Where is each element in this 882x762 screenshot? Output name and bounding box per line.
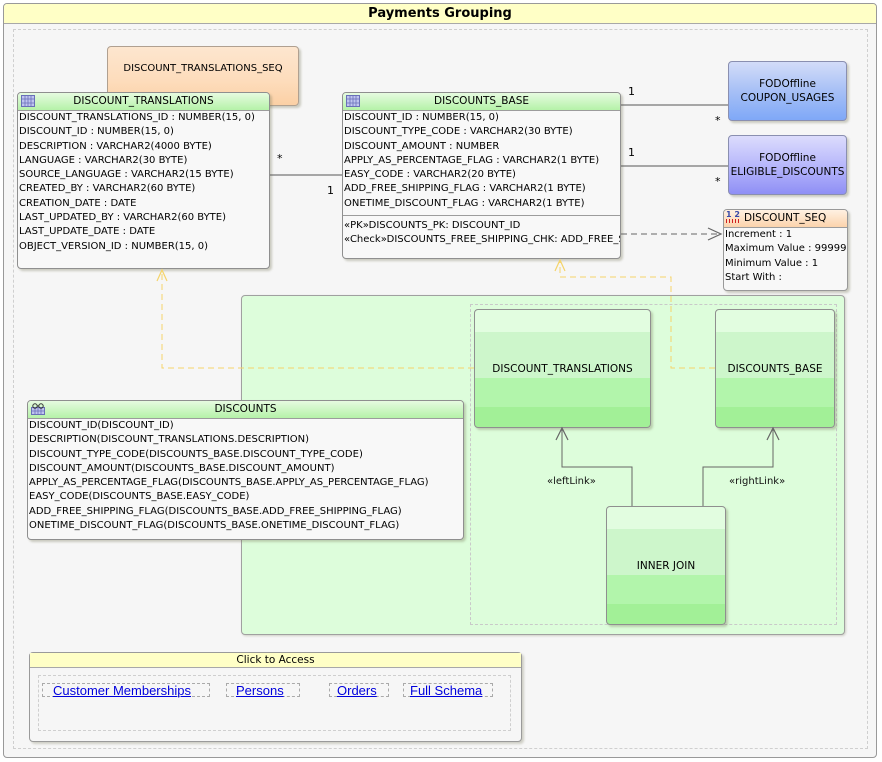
column-row[interactable]: DISCOUNT_TRANSLATIONS_ID : NUMBER(15, 0) xyxy=(19,111,269,125)
column-row[interactable]: DESCRIPTION : VARCHAR2(4000 BYTE) xyxy=(19,140,269,154)
column-row[interactable]: DISCOUNT_ID : NUMBER(15, 0) xyxy=(19,125,269,139)
left-link-label: «leftLink» xyxy=(547,476,596,487)
query-node-inner-join[interactable]: INNER JOIN xyxy=(606,506,726,625)
query-node-label: DISCOUNTS_BASE xyxy=(727,362,823,375)
column-row[interactable]: LAST_UPDATE_DATE : DATE xyxy=(19,225,269,239)
view-column-row[interactable]: EASY_CODE(DISCOUNTS_BASE.EASY_CODE) xyxy=(29,490,463,504)
sequence-property-row[interactable]: Maximum Value : 9999999 xyxy=(725,242,847,256)
column-row[interactable]: ADD_FREE_SHIPPING_FLAG : VARCHAR2(1 BYTE… xyxy=(344,182,620,196)
query-node-discount-translations[interactable]: DISCOUNT_TRANSLATIONS xyxy=(474,309,651,428)
constraint-row[interactable]: «PK»DISCOUNTS_PK: DISCOUNT_ID xyxy=(344,219,620,233)
view-column-row[interactable]: DISCOUNT_TYPE_CODE(DISCOUNTS_BASE.DISCOU… xyxy=(29,448,463,462)
table-discounts-base[interactable]: DISCOUNTS_BASE DISCOUNT_ID : NUMBER(15, … xyxy=(342,92,621,259)
access-panel: Click to Access Customer Memberships Per… xyxy=(29,652,522,742)
column-row[interactable]: CREATED_BY : VARCHAR2(60 BYTE) xyxy=(19,182,269,196)
view-discounts[interactable]: DISCOUNTS DISCOUNT_ID(DISCOUNT_ID) DESCRI… xyxy=(27,400,464,540)
view-name: DISCOUNTS xyxy=(214,403,277,415)
column-row[interactable]: DISCOUNT_ID : NUMBER(15, 0) xyxy=(344,111,620,125)
external-table-eligible-discounts[interactable]: FODOffline ELIGIBLE_DISCOUNTS xyxy=(728,135,847,195)
access-panel-title: Click to Access xyxy=(30,653,521,668)
sequence-properties: Increment : 1 Maximum Value : 9999999 Mini… xyxy=(724,228,847,285)
column-row[interactable]: LANGUAGE : VARCHAR2(30 BYTE) xyxy=(19,154,269,168)
table-icon xyxy=(346,95,360,113)
multiplicity-label: * xyxy=(715,175,721,188)
table-icon xyxy=(21,95,35,113)
external-table-name: ELIGIBLE_DISCOUNTS xyxy=(730,166,845,178)
sequence-header: 1 2 DISCOUNT_SEQ xyxy=(724,210,847,228)
view-column-row[interactable]: ONETIME_DISCOUNT_FLAG(DISCOUNTS_BASE.ONE… xyxy=(29,519,463,533)
view-column-row[interactable]: DESCRIPTION(DISCOUNT_TRANSLATIONS.DESCRI… xyxy=(29,433,463,447)
column-row[interactable]: ONETIME_DISCOUNT_FLAG : VARCHAR2(1 BYTE) xyxy=(344,197,620,211)
constraint-list: «PK»DISCOUNTS_PK: DISCOUNT_ID «Check»DISC… xyxy=(343,215,620,248)
constraint-row[interactable]: «Check»DISCOUNTS_FREE_SHIPPING_CHK: ADD_… xyxy=(344,233,620,247)
view-column-row[interactable]: APPLY_AS_PERCENTAGE_FLAG(DISCOUNTS_BASE.… xyxy=(29,476,463,490)
column-row[interactable]: DISCOUNT_TYPE_CODE : VARCHAR2(30 BYTE) xyxy=(344,125,620,139)
column-row[interactable]: APPLY_AS_PERCENTAGE_FLAG : VARCHAR2(1 BY… xyxy=(344,154,620,168)
column-row[interactable]: SOURCE_LANGUAGE : VARCHAR2(15 BYTE) xyxy=(19,168,269,182)
external-schema: FODOffline xyxy=(759,78,816,90)
view-column-row[interactable]: DISCOUNT_AMOUNT(DISCOUNTS_BASE.DISCOUNT_… xyxy=(29,462,463,476)
sequence-name: DISCOUNT_SEQ xyxy=(744,212,827,224)
external-schema: FODOffline xyxy=(759,152,816,164)
external-table-coupon-usages[interactable]: FODOffline COUPON_USAGES xyxy=(728,61,847,121)
diagram-title: Payments Grouping xyxy=(4,4,876,24)
column-list: DISCOUNT_TRANSLATIONS_ID : NUMBER(15, 0)… xyxy=(18,111,269,254)
query-node-label: DISCOUNT_TRANSLATIONS xyxy=(492,362,633,375)
column-row[interactable]: OBJECT_VERSION_ID : NUMBER(15, 0) xyxy=(19,240,269,254)
column-row[interactable]: CREATION_DATE : DATE xyxy=(19,197,269,211)
multiplicity-label: * xyxy=(715,114,721,127)
view-header: DISCOUNTS xyxy=(28,401,463,419)
multiplicity-label: 1 xyxy=(628,146,635,159)
sequence-discount-seq[interactable]: 1 2 DISCOUNT_SEQ Increment : 1 Maximum Va… xyxy=(723,209,848,291)
link-full-schema[interactable]: Full Schema xyxy=(410,683,482,698)
link-customer-memberships[interactable]: Customer Memberships xyxy=(53,683,191,698)
table-name: DISCOUNT_TRANSLATIONS xyxy=(73,95,214,107)
external-table-name: COUPON_USAGES xyxy=(740,92,835,104)
translations-seq-label: DISCOUNT_TRANSLATIONS_SEQ xyxy=(123,62,283,74)
column-row[interactable]: LAST_UPDATED_BY : VARCHAR2(60 BYTE) xyxy=(19,211,269,225)
view-column-row[interactable]: DISCOUNT_ID(DISCOUNT_ID) xyxy=(29,419,463,433)
link-persons[interactable]: Persons xyxy=(236,683,284,698)
column-list: DISCOUNT_ID : NUMBER(15, 0) DISCOUNT_TYPE… xyxy=(343,111,620,211)
sequence-property-row[interactable]: Start With : xyxy=(725,271,847,285)
link-orders[interactable]: Orders xyxy=(337,683,377,698)
table-discount-translations[interactable]: DISCOUNT_TRANSLATIONS DISCOUNT_TRANSLATI… xyxy=(17,92,270,269)
multiplicity-label: 1 xyxy=(628,85,635,98)
view-column-list: DISCOUNT_ID(DISCOUNT_ID) DESCRIPTION(DISC… xyxy=(28,419,463,533)
table-header: DISCOUNT_TRANSLATIONS xyxy=(18,93,269,111)
table-header: DISCOUNTS_BASE xyxy=(343,93,620,111)
right-link-label: «rightLink» xyxy=(729,476,786,487)
query-node-label: INNER JOIN xyxy=(636,559,696,572)
sequence-property-row[interactable]: Minimum Value : 1 xyxy=(725,257,847,271)
column-row[interactable]: DISCOUNT_AMOUNT : NUMBER xyxy=(344,140,620,154)
sequence-property-row[interactable]: Increment : 1 xyxy=(725,228,847,242)
view-column-row[interactable]: ADD_FREE_SHIPPING_FLAG(DISCOUNTS_BASE.AD… xyxy=(29,505,463,519)
column-row[interactable]: EASY_CODE : VARCHAR2(20 BYTE) xyxy=(344,168,620,182)
multiplicity-label: * xyxy=(277,152,283,165)
query-node-discounts-base[interactable]: DISCOUNTS_BASE xyxy=(715,309,835,428)
table-name: DISCOUNTS_BASE xyxy=(434,95,529,107)
multiplicity-label: 1 xyxy=(327,184,334,197)
view-icon xyxy=(31,403,45,421)
sequence-icon: 1 2 xyxy=(726,210,741,223)
